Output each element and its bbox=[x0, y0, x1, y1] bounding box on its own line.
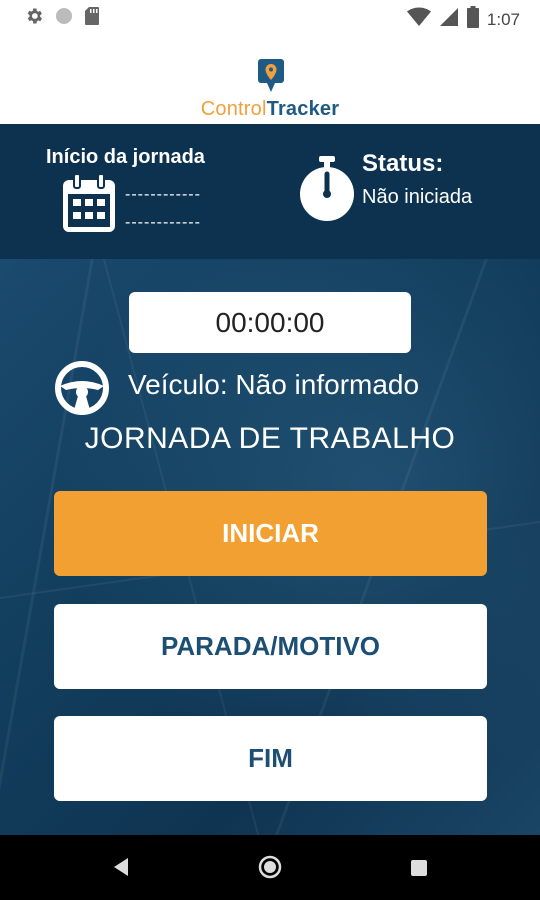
sd-card-icon bbox=[84, 6, 100, 31]
stopwatch-icon bbox=[298, 156, 356, 227]
wifi-icon bbox=[406, 7, 431, 32]
stop-reason-button[interactable]: PARADA/MOTIVO bbox=[54, 604, 487, 689]
vehicle-info: Veículo: Não informado bbox=[128, 369, 420, 400]
app-logo: ControlTracker bbox=[0, 98, 540, 121]
journey-info-panel: Início da jornada ------------ ---------… bbox=[0, 124, 540, 259]
status-value: Não iniciada bbox=[362, 186, 473, 208]
home-icon[interactable] bbox=[258, 855, 282, 884]
status-bar: 1:07 bbox=[0, 0, 540, 34]
clock: 1:07 bbox=[486, 9, 520, 29]
journey-start-date: ------------ bbox=[125, 186, 201, 203]
back-icon[interactable] bbox=[112, 857, 130, 882]
calendar-icon bbox=[62, 173, 116, 239]
battery-icon bbox=[466, 6, 479, 33]
location-pin-icon bbox=[257, 58, 285, 99]
circle-icon bbox=[54, 6, 74, 31]
journey-timer: 00:00:00 bbox=[129, 292, 411, 353]
end-button[interactable]: FIM bbox=[54, 716, 487, 801]
journey-start-label: Início da jornada bbox=[46, 146, 205, 168]
main-content: 00:00:00 Veículo: Não informado JORNADA … bbox=[0, 259, 540, 835]
section-title: JORNADA DE TRABALHO bbox=[84, 422, 456, 455]
start-button[interactable]: INICIAR bbox=[54, 491, 487, 576]
settings-icon bbox=[24, 6, 44, 31]
logo-word-control: Control bbox=[200, 98, 267, 120]
journey-start-time: ------------ bbox=[125, 214, 201, 231]
navigation-bar bbox=[0, 835, 540, 900]
status-bar-left bbox=[24, 6, 100, 31]
signal-icon bbox=[439, 7, 459, 32]
app-header: ControlTracker bbox=[0, 34, 540, 124]
logo-word-tracker: Tracker bbox=[266, 98, 340, 120]
status-label: Status: bbox=[362, 150, 444, 177]
recent-apps-icon[interactable] bbox=[410, 859, 428, 882]
status-bar-right: 1:07 bbox=[406, 6, 520, 33]
steering-wheel-icon bbox=[54, 360, 110, 421]
